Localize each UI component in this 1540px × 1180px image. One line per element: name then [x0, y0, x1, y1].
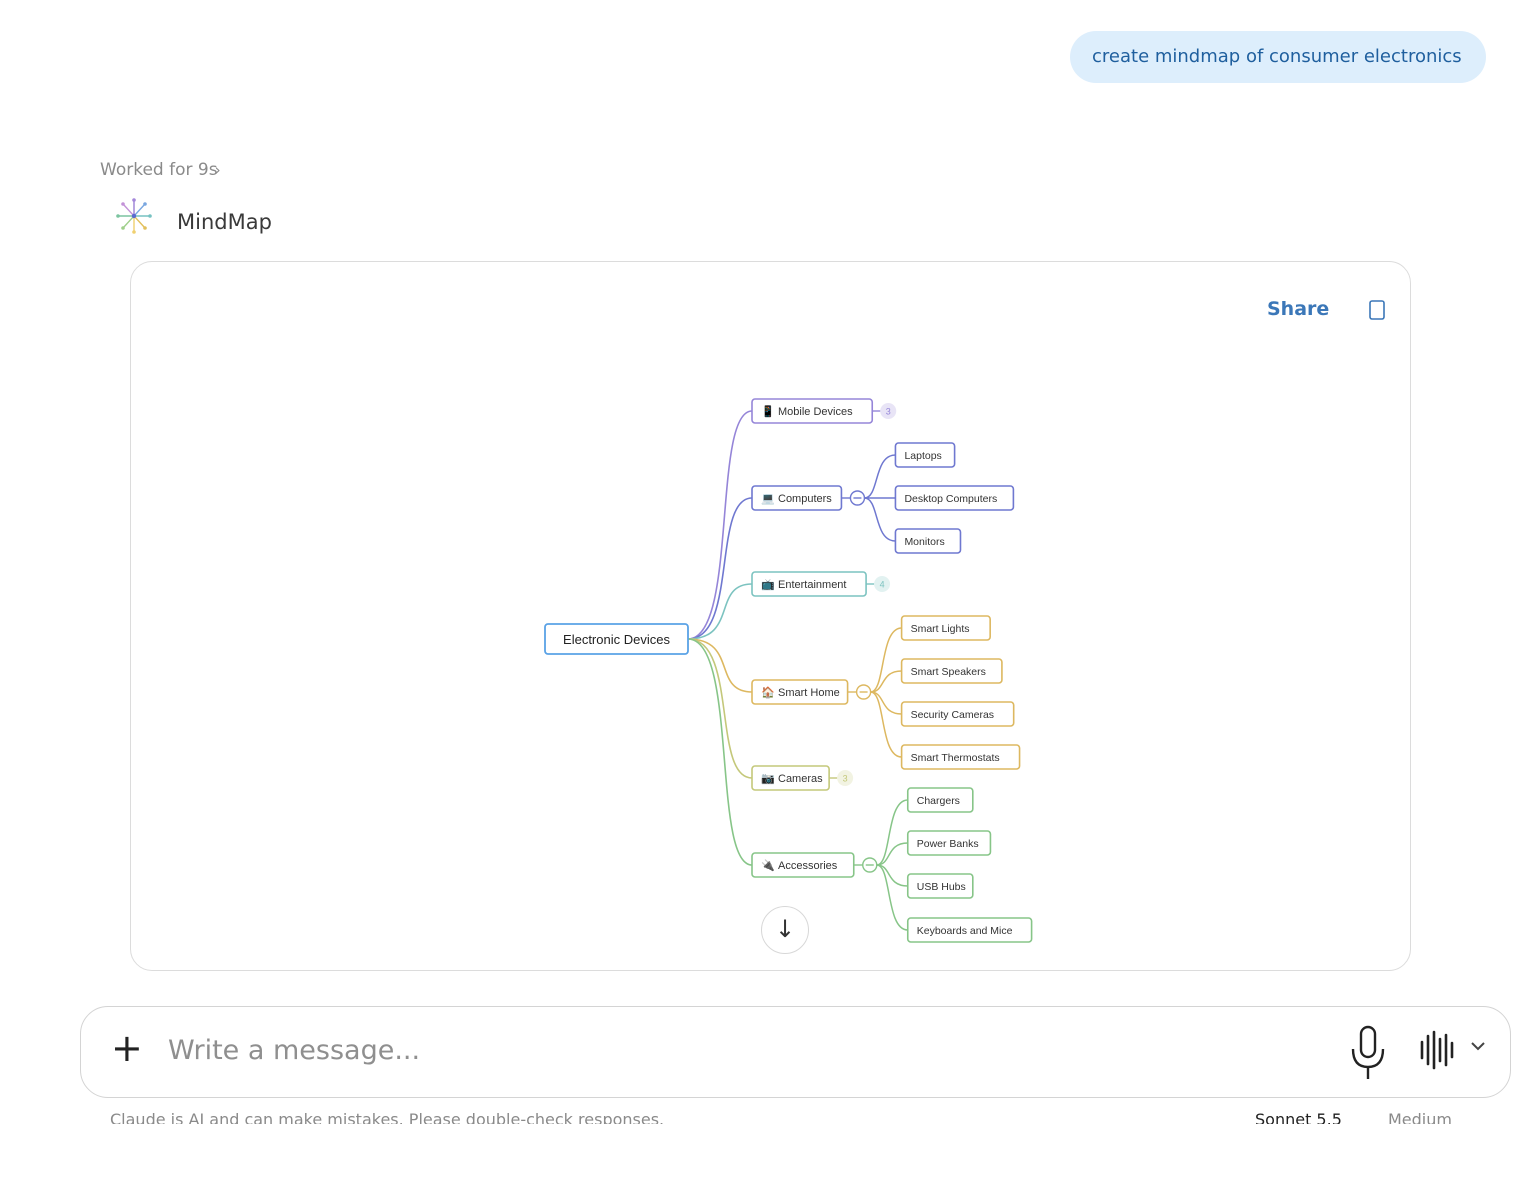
leaf-label: Smart Thermostats: [911, 752, 1000, 764]
branch-label: Entertainment: [778, 579, 846, 591]
branch-emoji-icon: 🏠: [761, 686, 775, 699]
branch-emoji-icon: 📺: [761, 578, 775, 591]
leaf-label: Desktop Computers: [904, 493, 997, 505]
arrow-down-icon: ↓: [774, 915, 796, 943]
chevron-down-icon[interactable]: [1468, 1036, 1488, 1056]
leaf-label: Monitors: [904, 536, 944, 548]
leaf-connector: [870, 627, 902, 693]
leaf-label: Power Banks: [917, 838, 979, 850]
leaf-security-cameras[interactable]: Security Cameras: [870, 691, 1015, 727]
mindmap-canvas[interactable]: 📱 Mobile Devices 3 💻 Computers Laptops Desktop…: [0, 0, 1540, 1000]
root-label: Electronic Devices: [563, 632, 670, 647]
branch-emoji-icon: 🔌: [761, 859, 775, 872]
leaf-connector: [876, 864, 908, 931]
leaf-connector: [870, 691, 902, 758]
branch-label: Cameras: [778, 773, 823, 785]
voice-waveform-icon[interactable]: [1418, 1030, 1456, 1070]
branch-mobile-devices[interactable]: 📱 Mobile Devices 3: [687, 398, 897, 640]
branch-entertainment[interactable]: 📺 Entertainment 4: [687, 571, 891, 640]
branch-computers[interactable]: 💻 Computers Laptops Desktop Computers Monito…: [687, 442, 1015, 640]
leaf-connector: [876, 799, 908, 866]
branch-emoji-icon: 📱: [761, 405, 775, 418]
leaf-connector: [864, 454, 896, 499]
leaf-label: Chargers: [917, 795, 960, 807]
leaf-smart-speakers[interactable]: Smart Speakers: [870, 658, 1003, 693]
model-selector[interactable]: Sonnet 5.5: [1255, 1108, 1342, 1124]
branch-emoji-icon: 💻: [761, 492, 775, 505]
branch-label: Accessories: [778, 860, 838, 872]
leaf-label: USB Hubs: [917, 881, 966, 893]
collapsed-count: 3: [886, 407, 891, 417]
collapsed-count: 4: [880, 580, 885, 590]
branch-accessories[interactable]: 🔌 Accessories Chargers Power Banks USB Hubs K…: [687, 638, 1033, 943]
leaf-label: Smart Lights: [911, 623, 970, 635]
disclaimer-text: Claude is AI and can make mistakes. Plea…: [110, 1110, 665, 1124]
branch-label: Computers: [778, 493, 832, 505]
leaf-connector: [864, 497, 896, 542]
leaf-label: Laptops: [904, 450, 941, 462]
branch-connector: [687, 410, 753, 640]
branch-label: Mobile Devices: [778, 406, 853, 418]
branch-emoji-icon: 📷: [761, 772, 775, 785]
branch-smart-home[interactable]: 🏠 Smart Home Smart Lights Smart Speakers Sec…: [687, 615, 1021, 770]
root-node[interactable]: Electronic Devices: [544, 623, 689, 655]
collapsed-count: 3: [843, 774, 848, 784]
leaf-label: Security Cameras: [911, 709, 994, 721]
leaf-desktop-computers[interactable]: Desktop Computers: [864, 485, 1015, 511]
branch-connector: [687, 638, 753, 866]
leaf-power-banks[interactable]: Power Banks: [876, 830, 992, 866]
plus-icon[interactable]: +: [111, 1024, 143, 1072]
branch-cameras[interactable]: 📷 Cameras 3: [687, 638, 854, 791]
leaf-label: Smart Speakers: [911, 666, 986, 678]
leaf-usb-hubs[interactable]: USB Hubs: [876, 864, 974, 899]
scroll-down-button[interactable]: ↓: [761, 906, 809, 954]
effort-selector[interactable]: Medium: [1388, 1108, 1452, 1124]
branch-label: Smart Home: [778, 687, 840, 699]
microphone-icon[interactable]: [1348, 1023, 1388, 1083]
leaf-label: Keyboards and Mice: [917, 925, 1013, 937]
message-input[interactable]: [168, 1030, 1318, 1070]
